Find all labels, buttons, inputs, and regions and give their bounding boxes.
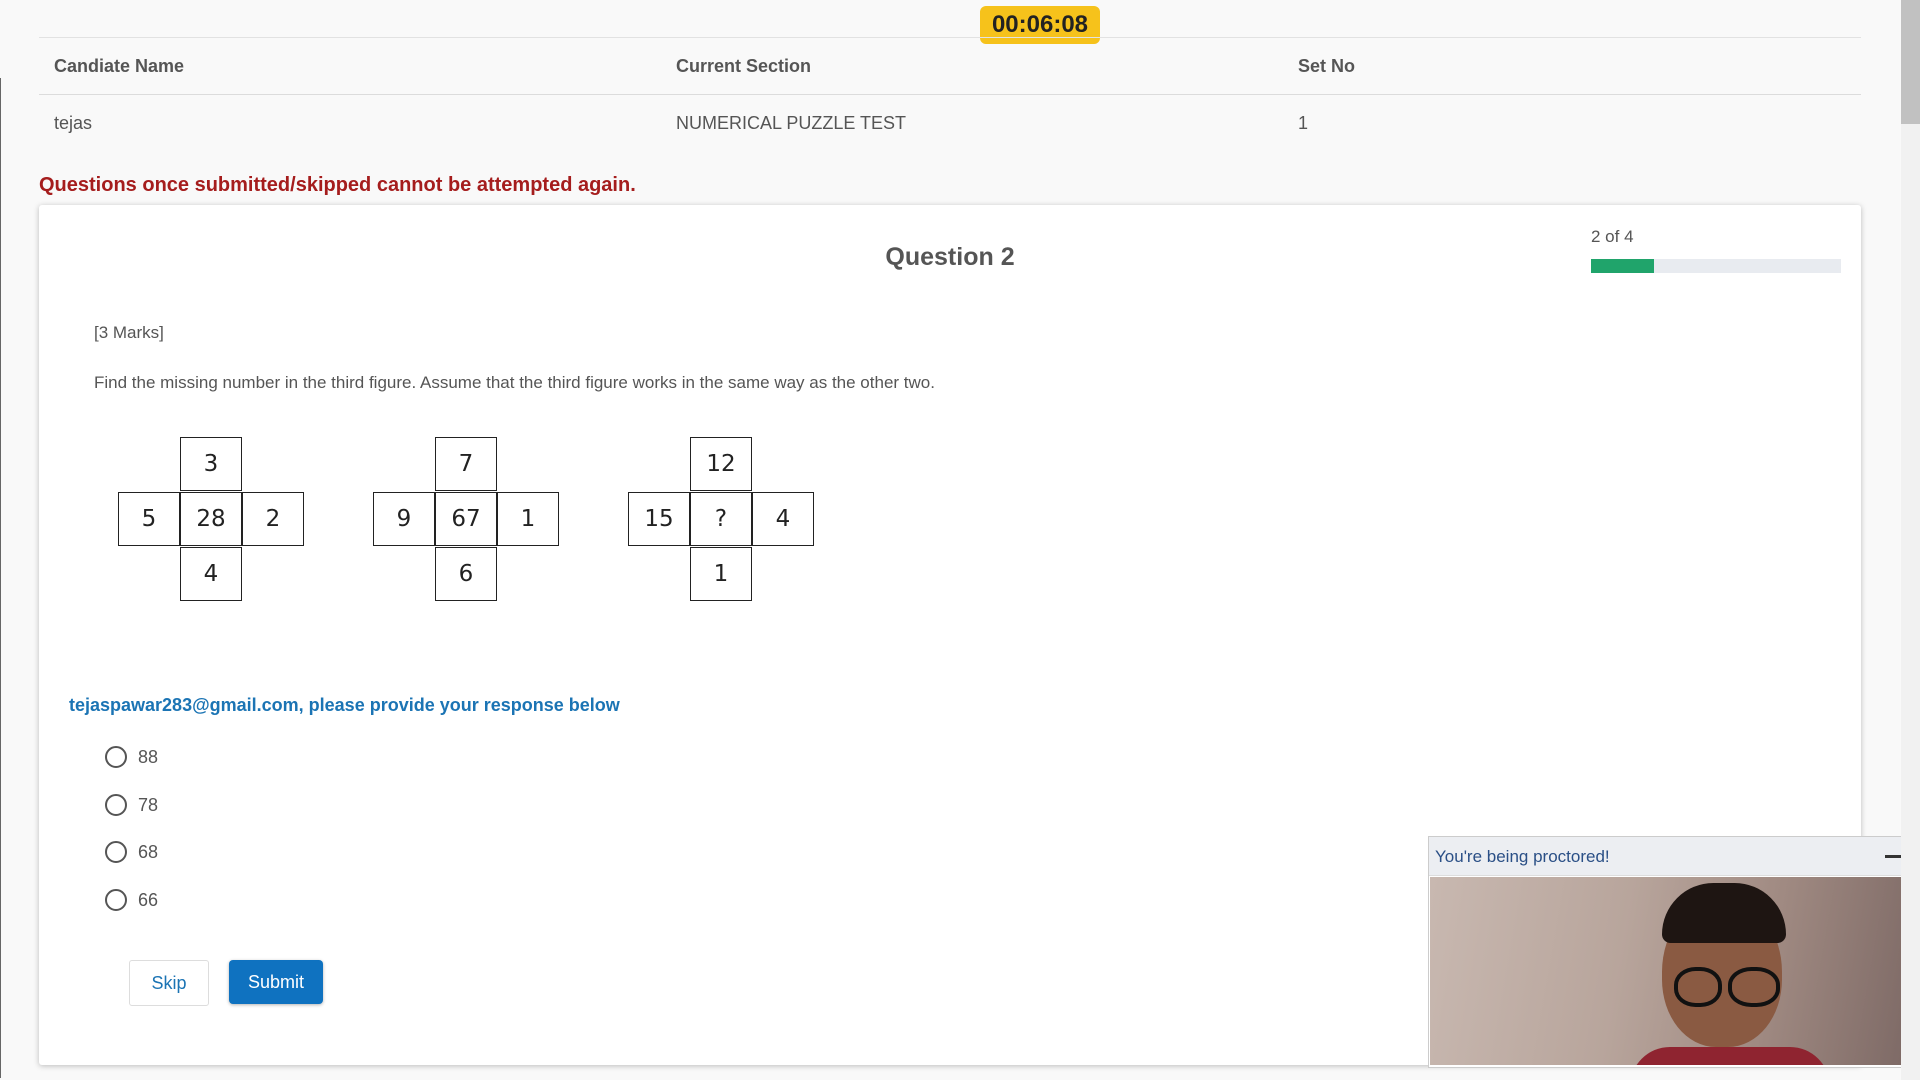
info-value-row: tejas NUMERICAL PUZZLE TEST 1 bbox=[39, 95, 1861, 151]
question-prompt: Find the missing number in the third fig… bbox=[94, 373, 935, 392]
radio-button[interactable] bbox=[105, 794, 127, 816]
header-candidate-name: Candiate Name bbox=[54, 55, 185, 76]
radio-button[interactable] bbox=[105, 841, 127, 863]
figure-cell-center: 28 bbox=[180, 492, 242, 546]
progress-bar bbox=[1591, 259, 1841, 273]
figure-cell-bottom: 4 bbox=[180, 547, 242, 601]
figure-cell-right: 2 bbox=[242, 492, 304, 546]
question-title: Question 2 bbox=[885, 243, 1015, 271]
header-current-section: Current Section bbox=[676, 55, 812, 76]
minimize-icon[interactable] bbox=[1885, 855, 1901, 858]
answer-option-78[interactable]: 78 bbox=[105, 794, 158, 816]
answer-option-label: 88 bbox=[138, 746, 159, 767]
puzzle-figure-1: 3 5 28 2 4 bbox=[118, 437, 304, 603]
answer-option-88[interactable]: 88 bbox=[105, 746, 158, 768]
webcam-person-shirt bbox=[1630, 1047, 1830, 1065]
figure-cell-center: 67 bbox=[435, 492, 497, 546]
answer-option-68[interactable]: 68 bbox=[105, 841, 158, 863]
figure-cell-right: 4 bbox=[752, 492, 814, 546]
figure-cell-left: 9 bbox=[373, 492, 435, 546]
proctor-header: You're being proctored! bbox=[1429, 837, 1907, 876]
figure-cell-left: 15 bbox=[628, 492, 690, 546]
webcam-glasses-right bbox=[1728, 967, 1780, 1007]
header-set-no: Set No bbox=[1298, 55, 1356, 76]
figure-cell-top: 3 bbox=[180, 437, 242, 491]
candidate-info-table: Candiate Name Current Section Set No tej… bbox=[39, 37, 1861, 151]
candidate-name-value: tejas bbox=[54, 112, 93, 133]
info-header-row: Candiate Name Current Section Set No bbox=[39, 37, 1861, 95]
current-section-value: NUMERICAL PUZZLE TEST bbox=[676, 112, 907, 133]
progress-bar-fill bbox=[1591, 259, 1654, 273]
webcam-feed bbox=[1430, 877, 1904, 1065]
figure-cell-center: ? bbox=[690, 492, 752, 546]
figure-cell-left: 5 bbox=[118, 492, 180, 546]
submission-warning: Questions once submitted/skipped cannot … bbox=[39, 174, 636, 196]
skip-button[interactable]: Skip bbox=[129, 960, 209, 1006]
radio-button[interactable] bbox=[105, 746, 127, 768]
webcam-person-hair bbox=[1662, 883, 1786, 943]
exam-page: 00:06:08 Candiate Name Current Section S… bbox=[0, 0, 1920, 1080]
submit-button[interactable]: Submit bbox=[229, 960, 323, 1004]
scrollbar[interactable] bbox=[1901, 0, 1920, 1080]
set-no-value: 1 bbox=[1298, 112, 1309, 133]
left-edge-line bbox=[0, 78, 1, 1078]
puzzle-figure-2: 7 9 67 1 6 bbox=[373, 437, 559, 603]
response-prompt: tejaspawar283@gmail.com, please provide … bbox=[69, 695, 620, 715]
progress-label: 2 of 4 bbox=[1591, 227, 1634, 246]
question-marks: [3 Marks] bbox=[94, 323, 164, 342]
figure-cell-bottom: 1 bbox=[690, 547, 752, 601]
figure-cell-bottom: 6 bbox=[435, 547, 497, 601]
answer-option-66[interactable]: 66 bbox=[105, 889, 158, 911]
proctor-widget: You're being proctored! bbox=[1428, 836, 1908, 1068]
radio-button[interactable] bbox=[105, 889, 127, 911]
answer-option-label: 78 bbox=[138, 794, 159, 815]
webcam-glasses-left bbox=[1674, 967, 1722, 1007]
puzzle-figure-3: 12 15 ? 4 1 bbox=[628, 437, 814, 603]
proctor-title: You're being proctored! bbox=[1435, 847, 1610, 866]
scrollbar-thumb[interactable] bbox=[1901, 0, 1920, 124]
figure-cell-top: 12 bbox=[690, 437, 752, 491]
figure-cell-right: 1 bbox=[497, 492, 559, 546]
answer-option-label: 68 bbox=[138, 841, 159, 862]
figure-cell-top: 7 bbox=[435, 437, 497, 491]
answer-option-label: 66 bbox=[138, 889, 159, 910]
